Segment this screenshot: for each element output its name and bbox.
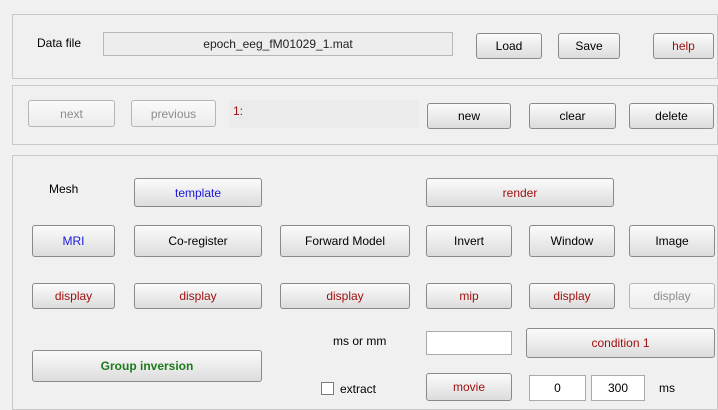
window-display-button[interactable]: display <box>529 283 615 309</box>
image-button[interactable]: Image <box>629 225 715 257</box>
coregister-button[interactable]: Co-register <box>134 225 262 257</box>
invert-button[interactable]: Invert <box>426 225 512 257</box>
mri-button[interactable]: MRI <box>32 225 115 257</box>
previous-button[interactable]: previous <box>131 100 216 127</box>
data-file-label: Data file <box>37 36 82 50</box>
ms-unit-label: ms <box>659 381 675 395</box>
mesh-label: Mesh <box>49 182 79 196</box>
data-file-field[interactable]: epoch_eeg_fM01029_1.mat <box>103 32 453 56</box>
extract-checkbox[interactable] <box>321 382 334 395</box>
load-button[interactable]: Load <box>476 33 542 59</box>
status-text: 1: <box>233 104 244 118</box>
navigation-panel: next previous 1: new clear delete <box>12 85 718 145</box>
data-file-panel: Data file epoch_eeg_fM01029_1.mat Load S… <box>12 14 718 79</box>
coregister-display-button[interactable]: display <box>134 283 262 309</box>
forward-model-display-button[interactable]: display <box>280 283 410 309</box>
image-display-button[interactable]: display <box>629 283 715 309</box>
inversion-panel: Mesh template render MRI Co-register For… <box>12 155 718 410</box>
delete-button[interactable]: delete <box>629 103 714 129</box>
next-button[interactable]: next <box>28 100 115 127</box>
clear-button[interactable]: clear <box>529 103 616 129</box>
window-button[interactable]: Window <box>529 225 615 257</box>
forward-model-button[interactable]: Forward Model <box>280 225 410 257</box>
movie-start-input[interactable]: 0 <box>529 375 586 401</box>
ms-or-mm-label: ms or mm <box>333 334 387 348</box>
condition-button[interactable]: condition 1 <box>526 328 715 358</box>
template-button[interactable]: template <box>134 178 262 207</box>
group-inversion-button[interactable]: Group inversion <box>32 350 262 382</box>
extract-label: extract <box>340 382 377 396</box>
status-bar <box>229 100 419 128</box>
render-button[interactable]: render <box>426 178 614 207</box>
ms-or-mm-input[interactable] <box>426 331 512 355</box>
help-button[interactable]: help <box>653 33 714 59</box>
new-button[interactable]: new <box>427 103 511 129</box>
movie-end-input[interactable]: 300 <box>591 375 645 401</box>
mri-display-button[interactable]: display <box>32 283 115 309</box>
mip-button[interactable]: mip <box>426 283 512 309</box>
movie-button[interactable]: movie <box>426 373 512 401</box>
save-button[interactable]: Save <box>558 33 620 59</box>
